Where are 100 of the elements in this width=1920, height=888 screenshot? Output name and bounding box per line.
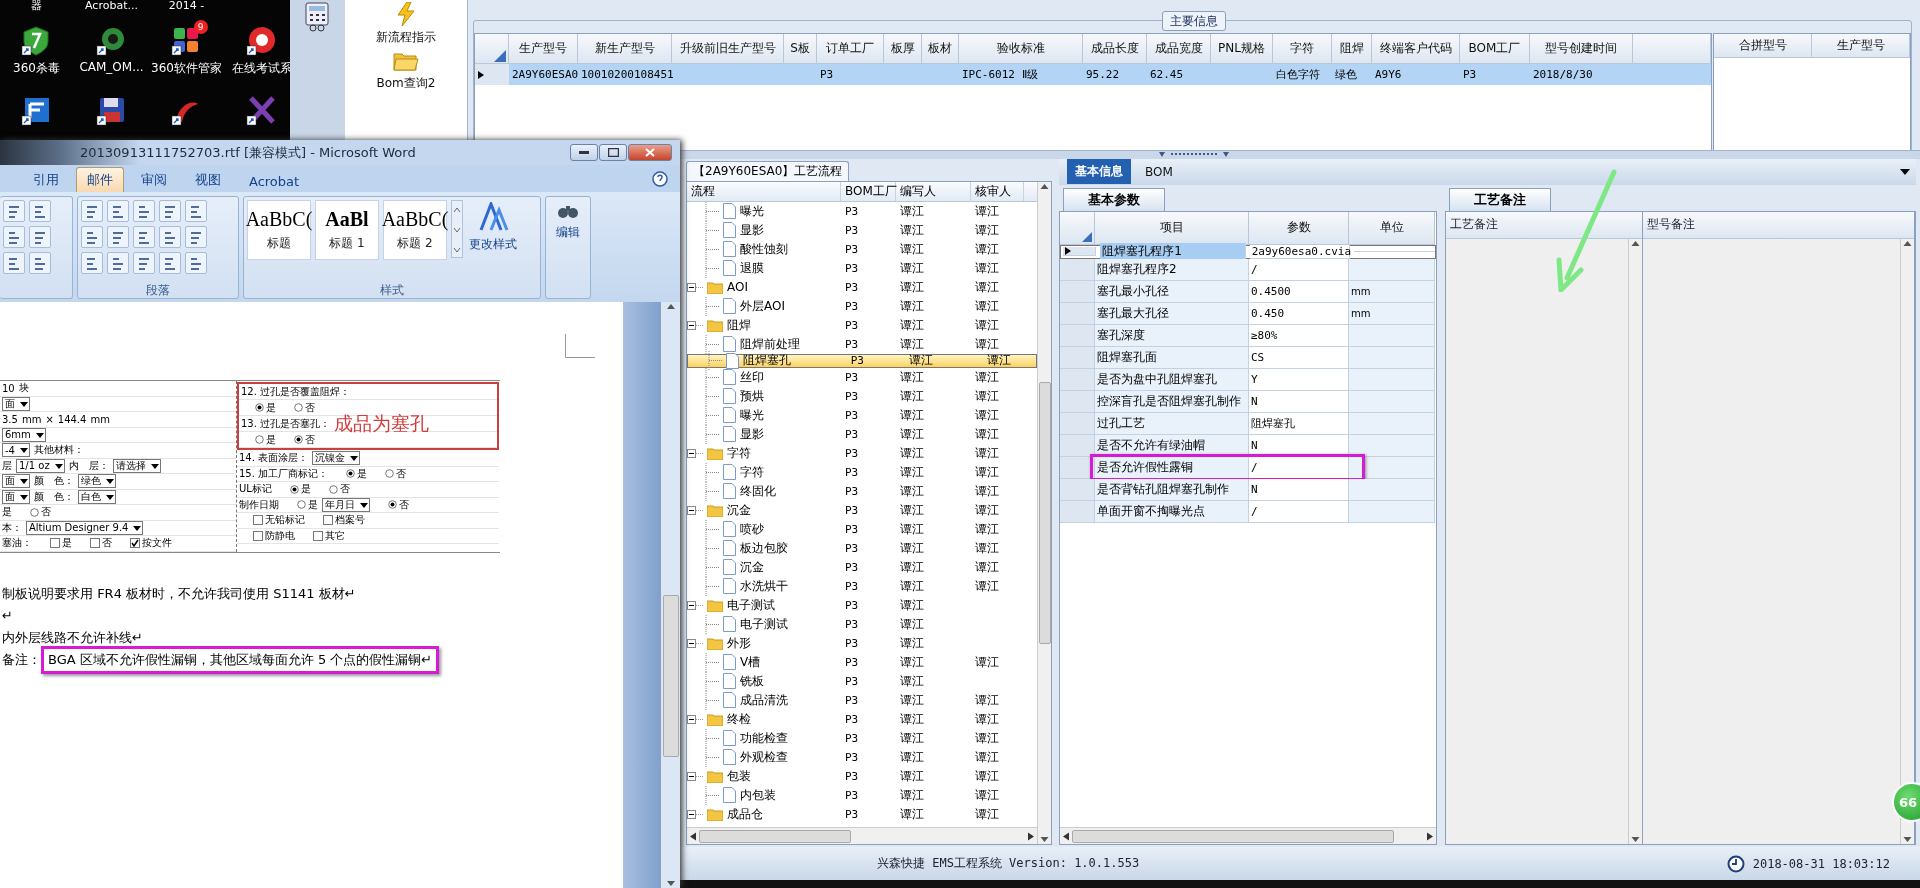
dropdown[interactable]: -4 <box>2 443 30 458</box>
checkbox[interactable] <box>90 538 100 549</box>
tree-row[interactable]: 电子测试 P3 谭江 <box>687 615 1037 634</box>
dropdown[interactable]: 白色 <box>78 489 116 504</box>
style-gallery-item[interactable]: AaBbC( 标题 <box>247 200 311 260</box>
scroll-up-icon[interactable] <box>1040 182 1049 190</box>
table-row[interactable]: 阻焊塞孔程序2 / <box>1060 259 1436 281</box>
column-header[interactable]: 板材 <box>922 34 959 64</box>
tree-row[interactable]: 外层AOI P3 谭江 谭江 <box>687 297 1037 316</box>
tree-row[interactable]: 丝印 P3 谭江 谭江 <box>687 368 1037 387</box>
style-gallery-item[interactable]: AaBbC( 标题 2 <box>383 200 447 260</box>
tree-row[interactable]: 板边包胶 P3 谭江 谭江 <box>687 539 1037 558</box>
tree-row[interactable]: 字符 P3 谭江 谭江 <box>687 463 1037 482</box>
tree-row[interactable]: 沉金 P3 谭江 谭江 <box>687 558 1037 577</box>
scroll-thumb[interactable] <box>699 829 851 843</box>
format-button[interactable] <box>81 226 103 248</box>
tree-row[interactable]: 成品清洗 P3 谭江 谭江 <box>687 691 1037 710</box>
format-button[interactable] <box>107 226 129 248</box>
format-button[interactable] <box>81 252 103 274</box>
format-button[interactable] <box>29 252 51 274</box>
desktop-icon-label[interactable]: CAM_OM... <box>79 60 144 74</box>
column-header[interactable]: 参数 <box>1249 212 1349 245</box>
caret-icon[interactable] <box>132 523 143 532</box>
tree-row[interactable]: 酸性蚀刻 P3 谭江 谭江 <box>687 240 1037 259</box>
dropdown[interactable]: Altium Designer 9.4 <box>26 520 144 535</box>
radio-button[interactable] <box>328 484 338 494</box>
caret-icon[interactable] <box>349 454 360 463</box>
dropdown[interactable]: 面 <box>2 396 30 411</box>
format-button[interactable] <box>185 252 207 274</box>
format-button[interactable] <box>159 226 181 248</box>
table-row[interactable]: 是否不允许有绿油帽 N <box>1060 435 1436 457</box>
format-button[interactable] <box>107 252 129 274</box>
desktop-icon-label[interactable]: 360杀毒 <box>13 60 60 77</box>
desktop-icon-label[interactable]: 2014 - <box>168 0 205 14</box>
table-row[interactable]: 阻焊塞孔面 CS <box>1060 347 1436 369</box>
tree-row[interactable]: 沉金 P3 谭江 谭江 <box>687 501 1037 520</box>
tree-row[interactable]: 显影 P3 谭江 谭江 <box>687 425 1037 444</box>
collapse-icon[interactable] <box>687 772 703 781</box>
scroll-thumb[interactable] <box>1072 829 1394 843</box>
scroll-right-icon[interactable] <box>1025 831 1037 841</box>
column-header[interactable]: 验收标准 <box>959 34 1083 64</box>
column-header[interactable]: 型号创建时间 <box>1530 34 1633 64</box>
scrollbar[interactable] <box>1060 827 1436 844</box>
scroll-down-icon[interactable] <box>1903 836 1912 844</box>
dropdown-arrow-icon[interactable] <box>1900 169 1910 175</box>
ribbon-tab[interactable]: 视图 <box>184 167 232 192</box>
tree-row[interactable]: 外观检查 P3 谭江 谭江 <box>687 748 1037 767</box>
table-row[interactable]: 塞孔深度 ≥80% <box>1060 325 1436 347</box>
format-button[interactable] <box>185 226 207 248</box>
ribbon-tab[interactable]: 审阅 <box>130 167 178 192</box>
collapse-icon[interactable] <box>687 601 703 610</box>
checkbox[interactable] <box>50 538 60 549</box>
tree-row[interactable]: 预烘 P3 谭江 谭江 <box>687 387 1037 406</box>
format-button[interactable] <box>29 226 51 248</box>
tree-row[interactable]: 喷砂 P3 谭江 谭江 <box>687 520 1037 539</box>
column-header[interactable]: 流程 <box>687 182 841 201</box>
column-header[interactable]: PNL规格 <box>1211 34 1273 64</box>
tree-row[interactable]: 铣板 P3 谭江 <box>687 672 1037 691</box>
table-row[interactable]: 塞孔最大孔径 0.450 mm <box>1060 303 1436 325</box>
scrollbar[interactable] <box>687 827 1037 844</box>
dropdown[interactable]: 请选择 <box>112 458 161 473</box>
radio-button[interactable] <box>385 469 395 479</box>
format-button[interactable] <box>29 200 51 222</box>
column-header[interactable]: 项目 <box>1095 212 1249 245</box>
scroll-left-icon[interactable] <box>1060 831 1072 841</box>
tree-row[interactable]: 功能检查 P3 谭江 谭江 <box>687 729 1037 748</box>
format-button[interactable] <box>3 226 25 248</box>
caret-icon[interactable] <box>34 430 45 439</box>
row-header[interactable] <box>475 64 509 85</box>
ribbon-tab[interactable]: 引用 <box>22 167 70 192</box>
format-button[interactable] <box>81 200 103 222</box>
tree-row[interactable]: 字符 P3 谭江 谭江 <box>687 444 1037 463</box>
column-header[interactable]: 型号备注 <box>1643 212 1914 239</box>
panel-tab[interactable]: 基本参数 <box>1063 188 1165 211</box>
radio-button[interactable] <box>255 403 264 412</box>
column-header[interactable]: 终端客户代码 <box>1372 34 1460 64</box>
tree-row[interactable]: 曝光 P3 谭江 谭江 <box>687 202 1037 221</box>
maximize-button[interactable] <box>599 144 627 161</box>
scroll-down-icon[interactable] <box>1040 836 1049 844</box>
dropdown[interactable]: 1/1 oz <box>16 458 65 473</box>
format-button[interactable] <box>107 200 129 222</box>
format-button[interactable] <box>159 252 181 274</box>
format-button[interactable] <box>133 252 155 274</box>
collapse-icon[interactable] <box>687 715 703 724</box>
toolbar-button[interactable]: 新流程指示 <box>372 2 440 46</box>
tree-row[interactable]: 内包装 P3 谭江 谭江 <box>687 786 1037 805</box>
format-button[interactable] <box>159 200 181 222</box>
change-styles-button[interactable]: 更改样式 <box>467 200 519 279</box>
caret-icon[interactable] <box>53 461 64 470</box>
format-button[interactable] <box>185 200 207 222</box>
select-all-icon[interactable] <box>493 49 506 62</box>
checkbox[interactable] <box>313 530 323 541</box>
collapse-icon[interactable] <box>687 810 703 819</box>
collapse-icon[interactable] <box>687 639 703 648</box>
minimize-button[interactable] <box>570 144 598 161</box>
checkbox[interactable] <box>130 538 140 549</box>
tree-row[interactable]: 水洗烘干 P3 谭江 谭江 <box>687 577 1037 596</box>
column-header[interactable]: 订单工厂 <box>817 34 884 64</box>
column-header[interactable]: 编写人 <box>896 182 971 201</box>
style-gallery-item[interactable]: AaBl 标题 1 <box>315 200 379 260</box>
